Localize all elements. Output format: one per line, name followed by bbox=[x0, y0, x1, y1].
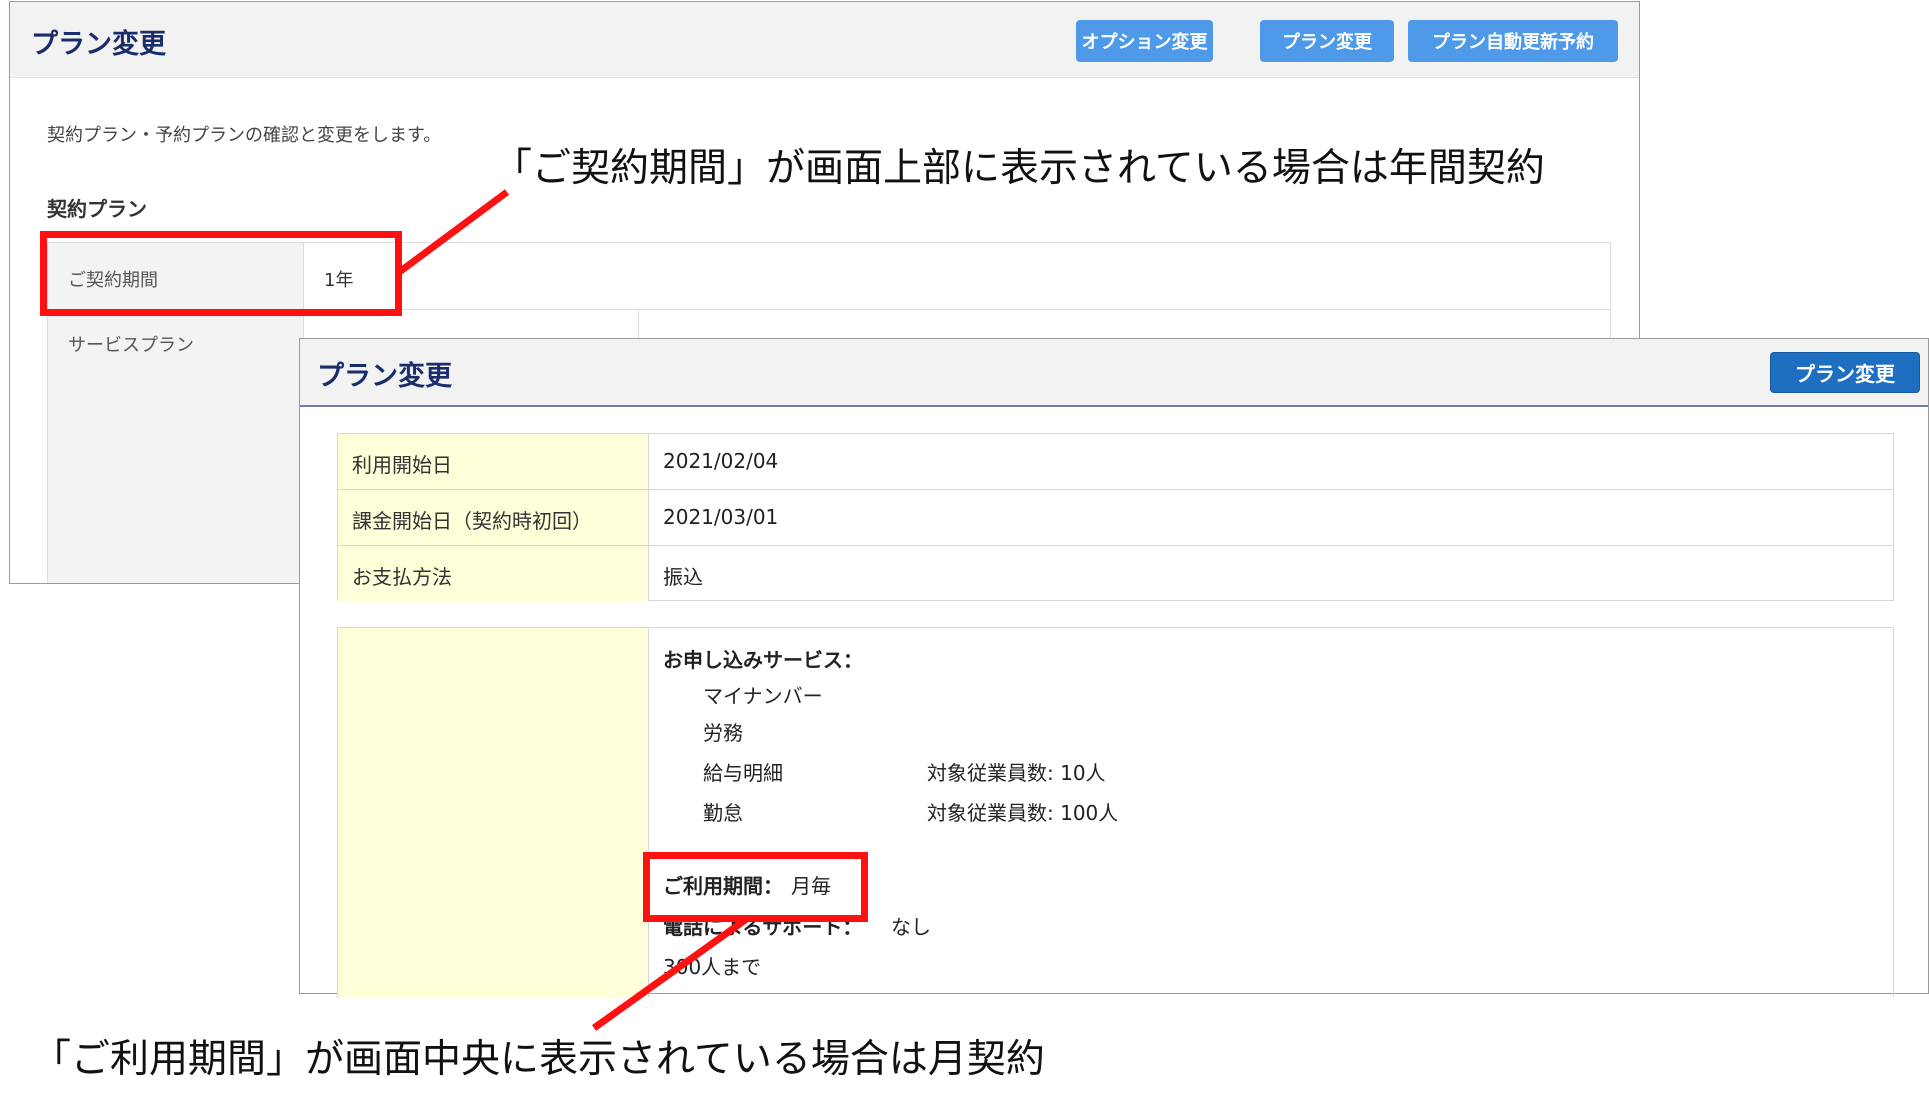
callout-line-annual bbox=[395, 189, 510, 276]
annotation-annual-contract: 「ご契約期間」が画面上部に表示されている場合は年間契約 bbox=[493, 146, 1545, 191]
annotation-monthly-contract: 「ご利用期間」が画面中央に表示されている場合は月契約 bbox=[32, 1037, 1045, 1082]
callout-line-monthly bbox=[591, 915, 751, 1031]
